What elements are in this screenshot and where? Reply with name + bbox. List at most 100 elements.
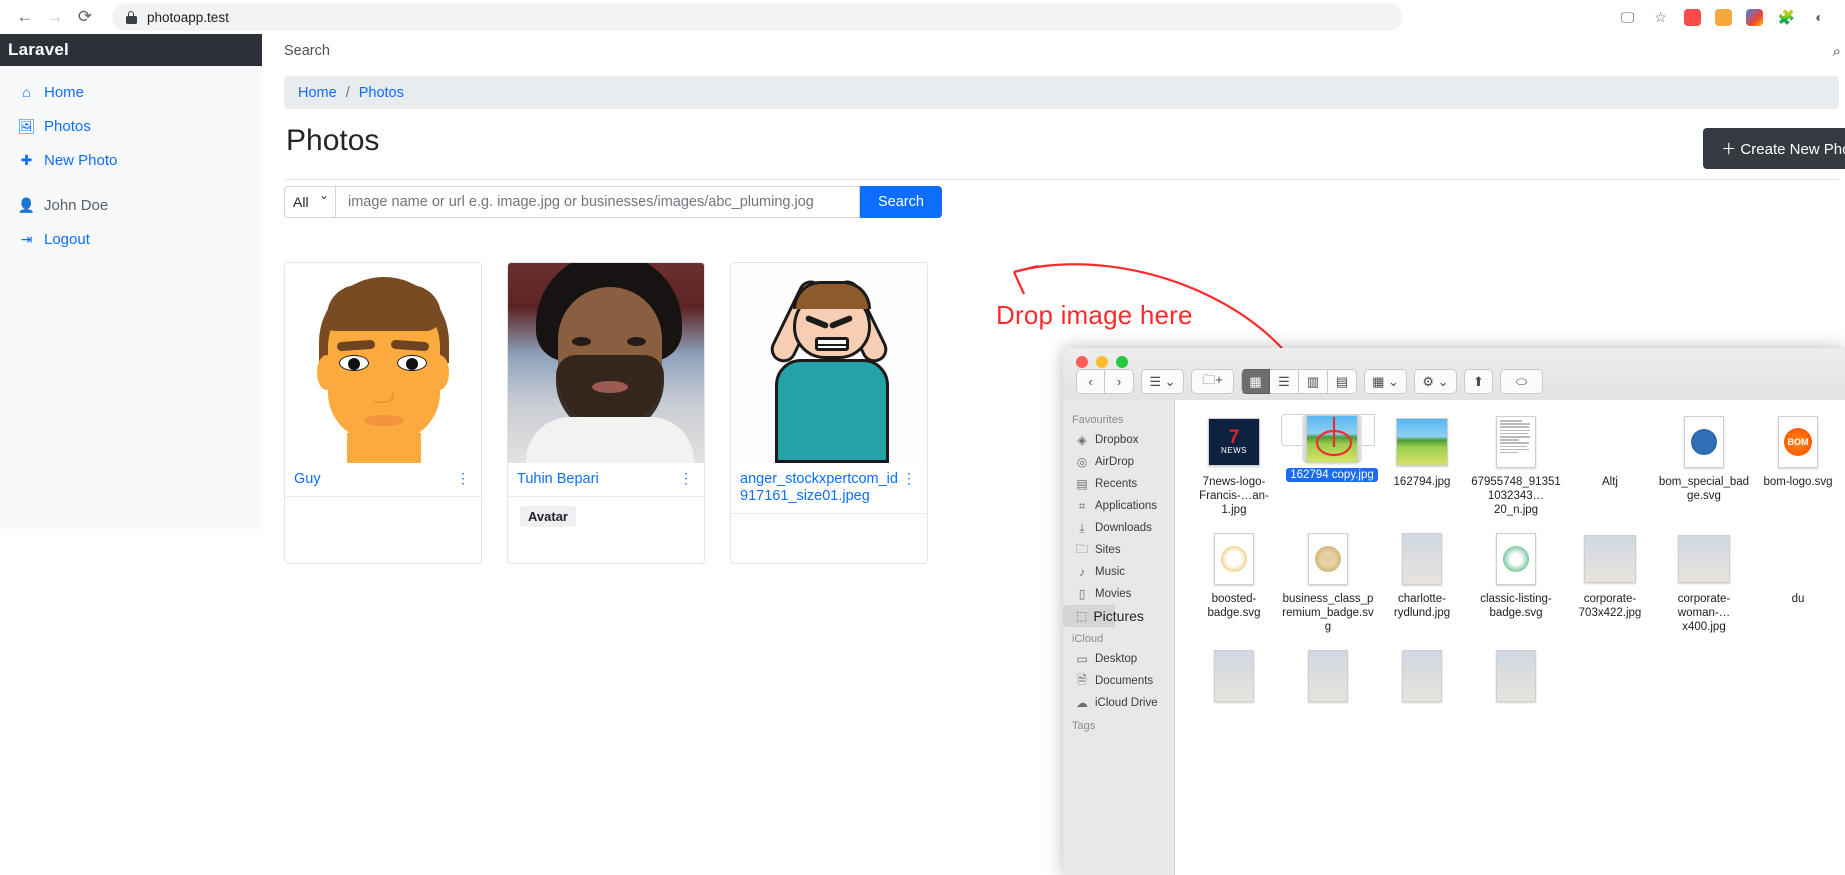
file-item[interactable]: BOM bom-logo.svg	[1751, 414, 1845, 517]
close-window-button[interactable]	[1076, 356, 1088, 368]
breadcrumb-photos[interactable]: Photos	[359, 85, 404, 101]
finder-item-documents[interactable]: 🗎 Documents	[1063, 670, 1174, 692]
file-item[interactable]: Altj	[1563, 414, 1657, 517]
finder-item-sites[interactable]: 🗀 Sites	[1063, 539, 1174, 561]
sidebar-item-logout[interactable]: ⇥ Logout	[0, 222, 262, 256]
kebab-menu-icon[interactable]: ⋮	[453, 471, 473, 485]
new-folder-icon[interactable]: 🗀+	[1191, 369, 1234, 394]
file-item[interactable]: classic-listing-badge.svg	[1469, 531, 1563, 634]
file-item[interactable]	[1187, 648, 1281, 709]
file-name: 67955748_913511032343…20_n.jpg	[1471, 476, 1561, 517]
sidebar-item-label: John Doe	[44, 196, 109, 214]
file-item[interactable]: 162794.jpg	[1375, 414, 1469, 517]
cast-icon[interactable]: 🖵	[1618, 8, 1637, 27]
file-thumbnail	[1580, 414, 1640, 470]
app-sidebar: ⌂ Home 🖼 Photos ✚ New Photo 👤 John Doe ⇥…	[0, 66, 262, 529]
bookmark-star-icon[interactable]: ☆	[1651, 8, 1670, 27]
gallery-view-icon[interactable]: ▤	[1328, 369, 1357, 394]
column-view-icon[interactable]: ▥	[1299, 369, 1328, 394]
photo-filter-form: All Search	[284, 186, 942, 218]
maximize-window-button[interactable]	[1116, 356, 1128, 368]
file-item[interactable]: 67955748_913511032343…20_n.jpg	[1469, 414, 1563, 517]
photo-card[interactable]: Guy ⋮	[284, 262, 482, 564]
finder-item-pictures[interactable]: ⬚ Pictures	[1063, 605, 1144, 627]
global-search-bar[interactable]: Search ⌕	[262, 34, 1845, 67]
filter-type-select[interactable]: All	[284, 186, 336, 218]
list-view-icon[interactable]: ☰	[1270, 369, 1299, 394]
photo-title-link[interactable]: Guy	[294, 471, 321, 488]
downloads-icon: ⤓	[1079, 520, 1085, 535]
finder-item-recents[interactable]: ▤ Recents	[1063, 473, 1174, 495]
finder-item-label: Downloads	[1095, 522, 1152, 534]
share-icon[interactable]: ⬆	[1464, 369, 1493, 394]
photo-thumbnail[interactable]	[285, 263, 481, 463]
finder-item-music[interactable]: ♪ Music	[1063, 561, 1174, 583]
back-icon[interactable]: ←	[10, 2, 40, 32]
reload-icon[interactable]: ⟳	[70, 2, 100, 32]
extension-icon-2[interactable]	[1715, 8, 1732, 26]
file-item[interactable]: 7 NEWS 7news-logo-Francis-…an-1.jpg	[1187, 414, 1281, 517]
file-item-selected[interactable]: 162794 copy.jpg	[1281, 414, 1378, 483]
file-name: 7news-logo-Francis-…an-1.jpg	[1199, 476, 1269, 517]
kebab-menu-icon[interactable]: ⋮	[899, 471, 919, 485]
search-input[interactable]	[336, 186, 860, 218]
file-name: corporate-703x422.jpg	[1578, 593, 1642, 620]
grid-view-icon[interactable]: ▦	[1241, 369, 1270, 394]
minimize-window-button[interactable]	[1096, 356, 1108, 368]
photo-card[interactable]: anger_stockxpertcom_id917161_size01.jpeg…	[730, 262, 928, 564]
photo-thumbnail[interactable]	[508, 263, 704, 463]
file-item[interactable]	[1281, 648, 1375, 709]
extension-icon-3[interactable]	[1746, 8, 1763, 26]
sidebar-item-label: Photos	[44, 117, 91, 135]
sidebar-item-home[interactable]: ⌂ Home	[0, 75, 262, 109]
sidebar-item-label: Home	[44, 83, 85, 101]
search-button[interactable]: Search	[860, 186, 942, 218]
finder-item-movies[interactable]: ▯ Movies	[1063, 583, 1174, 605]
file-item[interactable]	[1469, 648, 1563, 709]
forward-icon[interactable]: →	[40, 2, 70, 32]
list-group-icon[interactable]: ☰ ⌄	[1141, 369, 1184, 394]
photo-title-link[interactable]: Tuhin Bepari	[517, 471, 599, 488]
finder-item-applications[interactable]: ⌗ Applications	[1063, 495, 1174, 517]
chevron-right-icon[interactable]: ›	[1105, 369, 1134, 394]
kebab-menu-icon[interactable]: ⋮	[676, 471, 696, 485]
photo-title-link[interactable]: anger_stockxpertcom_id917161_size01.jpeg	[740, 471, 899, 505]
chevron-left-icon[interactable]: ‹	[1076, 369, 1105, 394]
puzzle-extensions-icon[interactable]: 🧩	[1777, 8, 1796, 27]
file-item[interactable]	[1375, 648, 1469, 709]
finder-item-icloud-drive[interactable]: ☁ iCloud Drive	[1063, 692, 1174, 714]
file-item[interactable]: boosted-badge.svg	[1187, 531, 1281, 634]
create-new-photo-button[interactable]: ＋ Create New Photo	[1703, 128, 1845, 169]
sidebar-item-photos[interactable]: 🖼 Photos	[0, 109, 262, 143]
view-mode-buttons: ▦ ☰ ▥ ▤	[1241, 369, 1357, 394]
dropbox-icon: ◈	[1077, 433, 1087, 447]
file-item[interactable]: du	[1751, 531, 1845, 634]
finder-item-label: iCloud Drive	[1095, 697, 1158, 709]
finder-item-desktop[interactable]: ▭ Desktop	[1063, 648, 1174, 670]
arrange-icon[interactable]: ▦ ⌄	[1364, 369, 1407, 394]
finder-item-downloads[interactable]: ⤓ Downloads	[1063, 517, 1174, 539]
file-item[interactable]: corporate-703x422.jpg	[1563, 531, 1657, 634]
file-item[interactable]: corporate-woman-…x400.jpg	[1657, 531, 1751, 634]
photo-thumbnail[interactable]	[731, 263, 927, 463]
file-item[interactable]: business_class_premium_badge.svg	[1281, 531, 1375, 634]
address-bar[interactable]: photoapp.test	[112, 3, 1402, 31]
finder-item-label: AirDrop	[1095, 456, 1134, 468]
profile-avatar-icon[interactable]: ◐	[1810, 8, 1829, 27]
finder-item-dropbox[interactable]: ◈ Dropbox	[1063, 429, 1174, 451]
brand-logo[interactable]: Laravel	[0, 40, 69, 60]
gear-icon[interactable]: ⚙ ⌄	[1414, 369, 1457, 394]
extension-icon-1[interactable]	[1684, 8, 1701, 26]
file-item[interactable]: bom_special_badge.svg	[1657, 414, 1751, 517]
file-thumbnail	[1674, 414, 1734, 470]
window-traffic-lights	[1076, 356, 1128, 368]
finder-item-airdrop[interactable]: ◎ AirDrop	[1063, 451, 1174, 473]
desktop-icon: ▭	[1076, 652, 1088, 666]
sidebar-item-new-photo[interactable]: ✚ New Photo	[0, 143, 262, 177]
file-thumbnail	[1392, 414, 1452, 470]
breadcrumb-home[interactable]: Home	[298, 85, 337, 101]
search-submit-icon[interactable]: ⌕	[1833, 43, 1841, 60]
tag-icon[interactable]: ⬭	[1500, 369, 1543, 394]
file-item[interactable]: charlotte-rydlund.jpg	[1375, 531, 1469, 634]
photo-card[interactable]: Tuhin Bepari ⋮ Avatar	[507, 262, 705, 564]
